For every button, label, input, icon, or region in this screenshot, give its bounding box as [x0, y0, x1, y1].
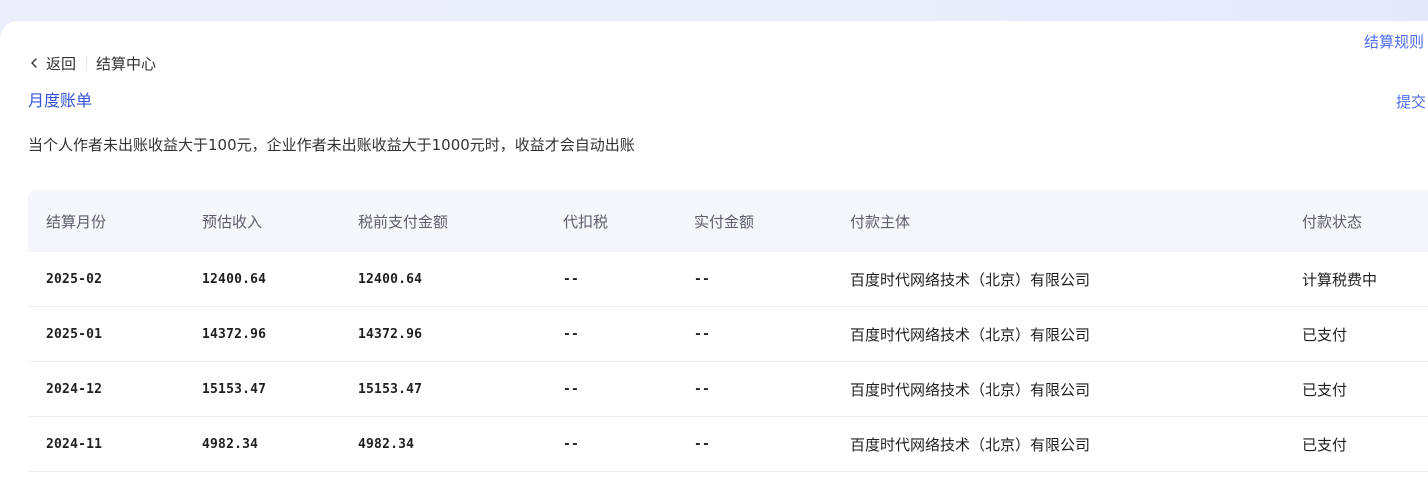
cell-paid: -- [694, 436, 711, 452]
settlement-notice: 当个人作者未出账收益大于100元，企业作者未出账收益大于1000元时，收益才会自… [28, 136, 635, 154]
table-row: 2024-12 15153.47 15153.47 -- -- 百度时代网络技术… [28, 362, 1428, 417]
table-header: 结算月份 预估收入 税前支付金额 代扣税 实付金额 付款主体 付款状态 [28, 190, 1428, 252]
section-title: 月度账单 [28, 91, 93, 110]
cell-payer: 百度时代网络技术（北京）有限公司 [850, 435, 1091, 454]
back-button[interactable]: 返回 [46, 53, 76, 74]
table-row: 2025-02 12400.64 12400.64 -- -- 百度时代网络技术… [28, 252, 1428, 307]
cell-month: 2025-01 [46, 326, 103, 342]
table-row: 2025-01 14372.96 14372.96 -- -- 百度时代网络技术… [28, 307, 1428, 362]
cell-estimated: 14372.96 [202, 326, 267, 342]
breadcrumb: 返回 结算中心 [28, 52, 156, 74]
cell-tax: -- [563, 271, 580, 287]
cell-payer: 百度时代网络技术（北京）有限公司 [850, 270, 1091, 289]
cell-estimated: 4982.34 [202, 436, 259, 452]
header-status: 付款状态 [1302, 212, 1363, 231]
header-payer: 付款主体 [850, 212, 911, 231]
cell-month: 2025-02 [46, 271, 103, 287]
cell-status: 已支付 [1302, 325, 1348, 344]
cell-estimated: 12400.64 [202, 271, 267, 287]
breadcrumb-divider [86, 56, 88, 70]
cell-pretax: 15153.47 [358, 381, 423, 397]
cell-paid: -- [694, 326, 711, 342]
bill-table: 结算月份 预估收入 税前支付金额 代扣税 实付金额 付款主体 付款状态 2025… [28, 190, 1428, 472]
cell-status: 计算税费中 [1302, 270, 1378, 289]
header-month: 结算月份 [46, 212, 107, 231]
page-title: 结算中心 [96, 54, 157, 73]
header-paid: 实付金额 [694, 212, 755, 231]
settlement-rules-link[interactable]: 结算规则 [1364, 31, 1424, 52]
cell-month: 2024-11 [46, 436, 103, 452]
cell-payer: 百度时代网络技术（北京）有限公司 [850, 325, 1091, 344]
header-estimated: 预估收入 [202, 212, 263, 231]
cell-tax: -- [563, 436, 580, 452]
chevron-left-icon[interactable] [28, 56, 40, 70]
header-pretax: 税前支付金额 [358, 212, 449, 231]
cell-status: 已支付 [1302, 435, 1348, 454]
cell-paid: -- [694, 381, 711, 397]
cell-pretax: 12400.64 [358, 271, 423, 287]
cell-paid: -- [694, 271, 711, 287]
cell-tax: -- [563, 381, 580, 397]
table-row: 2024-11 4982.34 4982.34 -- -- 百度时代网络技术（北… [28, 417, 1428, 472]
cell-estimated: 15153.47 [202, 381, 267, 397]
cell-tax: -- [563, 326, 580, 342]
cell-pretax: 14372.96 [358, 326, 423, 342]
cell-status: 已支付 [1302, 380, 1348, 399]
header-tax: 代扣税 [563, 212, 609, 231]
cell-month: 2024-12 [46, 381, 103, 397]
cell-payer: 百度时代网络技术（北京）有限公司 [850, 380, 1091, 399]
cell-pretax: 4982.34 [358, 436, 415, 452]
submit-link[interactable]: 提交 [1396, 91, 1426, 112]
